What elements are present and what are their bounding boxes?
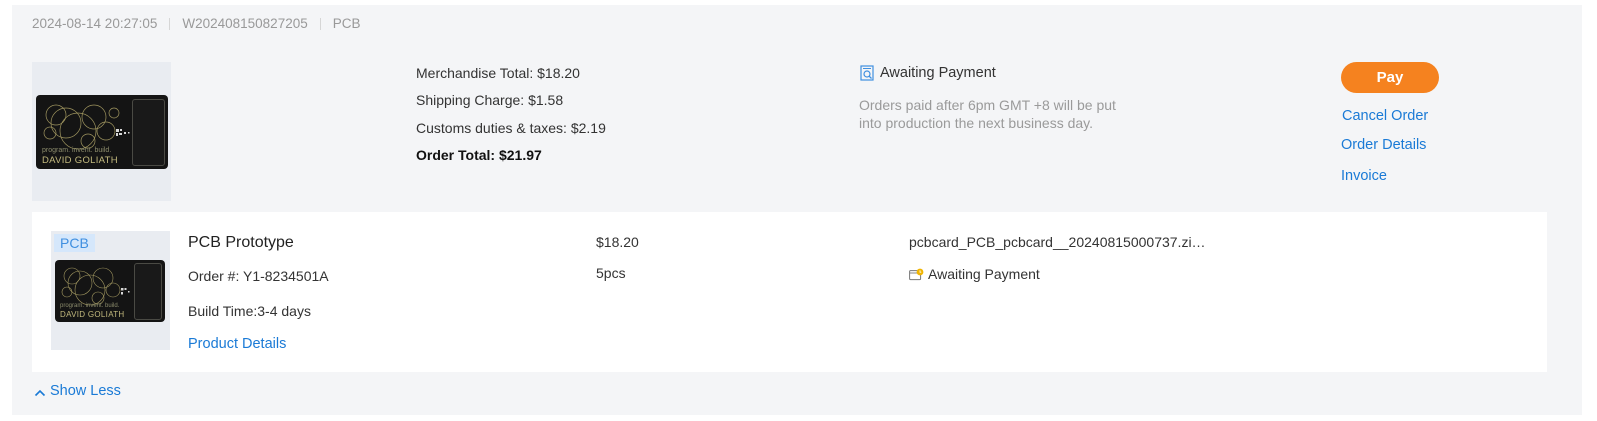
pcb-chip-slot — [132, 99, 165, 166]
order-number: W202408150827205 — [182, 16, 308, 31]
meta-divider — [169, 17, 171, 30]
pay-button[interactable]: Pay — [1341, 62, 1439, 93]
search-document-icon — [860, 65, 874, 81]
item-category-badge: PCB — [54, 234, 95, 252]
pcb-card-image: program. invent. build. DAVID GOLIATH — [36, 95, 168, 169]
meta-divider — [319, 17, 321, 30]
item-status-label: Awaiting Payment — [928, 266, 1040, 282]
order-status-label: Awaiting Payment — [880, 65, 996, 81]
product-details-link[interactable]: Product Details — [188, 336, 286, 352]
item-thumbnail[interactable]: PCB program. invent. build. DAVID GOLIAT… — [51, 231, 170, 350]
order-card: 2024-08-14 20:27:05 W202408150827205 PCB — [12, 5, 1582, 415]
pcb-name: DAVID GOLIATH — [60, 310, 125, 319]
order-total: Order Total: $21.97 — [416, 147, 542, 163]
item-title: PCB Prototype — [188, 234, 294, 251]
production-note: Orders paid after 6pm GMT +8 will be put… — [859, 97, 1116, 131]
shipping-charge: Shipping Charge: $1.58 — [416, 92, 564, 108]
order-datetime: 2024-08-14 20:27:05 — [32, 16, 158, 31]
item-build-time: Build Time:3-4 days — [188, 303, 311, 319]
item-file-name: pcbcard_PCB_pcbcard__20240815000737.zi… — [909, 234, 1206, 250]
pcb-name: DAVID GOLIATH — [42, 155, 118, 166]
pcb-chip-slot — [134, 263, 162, 320]
order-item: PCB program. invent. build. DAVID GOLIAT… — [32, 212, 1547, 372]
pcb-tagline: program. invent. build. — [60, 303, 120, 309]
invoice-link[interactable]: Invoice — [1341, 168, 1387, 184]
show-less-toggle[interactable]: Show Less — [34, 383, 121, 399]
order-meta: 2024-08-14 20:27:05 W202408150827205 PCB — [32, 16, 361, 31]
item-status: Awaiting Payment — [909, 266, 1040, 282]
item-order-number: Order #: Y1-8234501A — [188, 268, 329, 284]
cancel-order-link[interactable]: Cancel Order — [1342, 108, 1428, 124]
wallet-clock-icon — [909, 268, 924, 281]
item-price: $18.20 — [596, 234, 639, 250]
merchandise-total: Merchandise Total: $18.20 — [416, 65, 580, 81]
pcb-card-image: program. invent. build. DAVID GOLIATH — [55, 260, 165, 322]
pcb-tagline: program. invent. build. — [42, 147, 112, 154]
order-thumbnail[interactable]: program. invent. build. DAVID GOLIATH — [32, 62, 171, 201]
item-quantity: 5pcs — [596, 265, 626, 281]
order-details-link[interactable]: Order Details — [1341, 137, 1426, 153]
chevron-up-icon — [34, 386, 46, 397]
order-status: Awaiting Payment — [860, 65, 996, 81]
order-category: PCB — [332, 16, 361, 31]
customs-duties: Customs duties & taxes: $2.19 — [416, 120, 606, 136]
show-less-label: Show Less — [50, 383, 121, 399]
